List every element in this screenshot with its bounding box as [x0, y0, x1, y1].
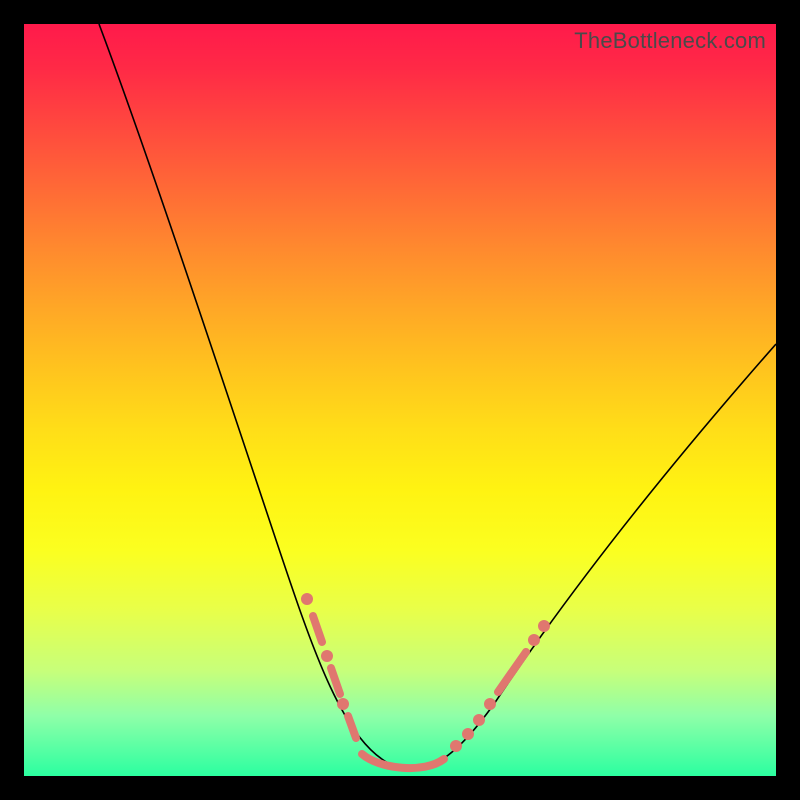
marker-dot — [321, 650, 333, 662]
marker-seg — [348, 716, 356, 738]
marker-dot — [462, 728, 474, 740]
marker-seg — [498, 652, 526, 692]
marker-seg — [313, 616, 322, 642]
marker-dot — [450, 740, 462, 752]
plot-area: TheBottleneck.com — [24, 24, 776, 776]
marker-dot — [301, 593, 313, 605]
curve-path — [99, 24, 776, 769]
marker-dot — [337, 698, 349, 710]
bottleneck-curve — [24, 24, 776, 776]
marker-dot — [528, 634, 540, 646]
valley-highlight — [362, 754, 444, 768]
marker-dot — [473, 714, 485, 726]
chart-frame: TheBottleneck.com — [0, 0, 800, 800]
marker-dot — [484, 698, 496, 710]
marker-dot — [538, 620, 550, 632]
